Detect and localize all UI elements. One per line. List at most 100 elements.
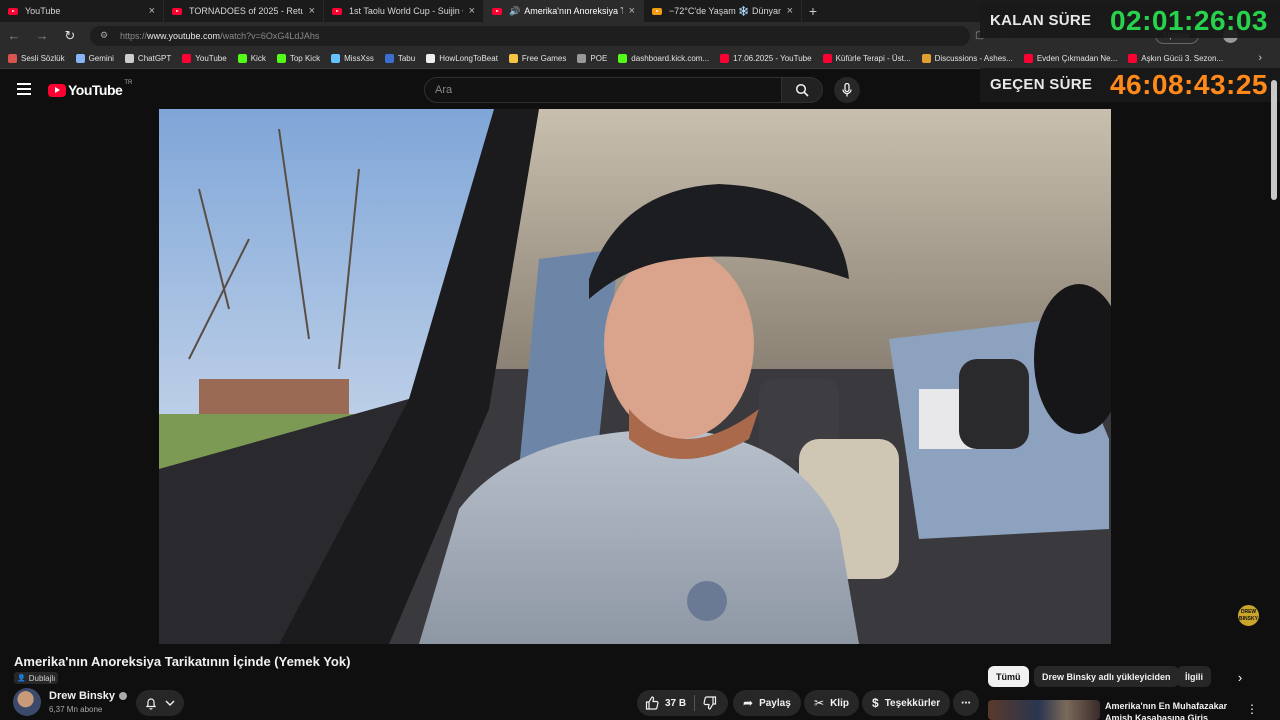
voice-search-button[interactable] — [834, 77, 860, 103]
chip-label: Drew Binsky adlı yükleyiciden — [1042, 671, 1171, 682]
menu-icon[interactable] — [17, 83, 31, 95]
bookmark-item[interactable]: dashboard.kick.com... — [618, 54, 709, 63]
bookmark-item[interactable]: Kick — [237, 54, 266, 63]
forward-icon[interactable]: → — [28, 28, 56, 43]
elapsed-label: GEÇEN SÜRE — [990, 76, 1093, 93]
chip-all[interactable]: Tümü — [988, 666, 1029, 687]
bookmark-item[interactable]: Sesli Sözlük — [8, 54, 65, 63]
bookmark-item[interactable]: Tabu — [384, 54, 415, 63]
bookmark-item[interactable]: Aşkın Gücü 3. Sezon... — [1128, 54, 1223, 63]
dubbed-badge: 👤 Dublajlı — [14, 672, 59, 684]
channel-name-link[interactable]: Drew Binsky — [49, 690, 128, 702]
elapsed-time-overlay: GEÇEN SÜRE 46:08:43:25 — [980, 68, 1280, 102]
youtube-icon — [172, 7, 182, 15]
youtube-watch-page: YouTube × TORNADOES of 2025 - Return of … — [0, 0, 1280, 720]
search-button[interactable] — [781, 77, 823, 103]
new-tab-icon[interactable]: + — [802, 3, 824, 19]
bookmark-favicon-icon — [8, 54, 17, 63]
bookmark-label: YouTube — [195, 54, 227, 63]
elapsed-value: 46:08:43:25 — [1109, 69, 1268, 100]
bookmark-label: Evden Çıkmadan Ne... — [1036, 54, 1118, 63]
clip-button[interactable]: ✂ Klip — [804, 690, 859, 716]
close-icon[interactable]: × — [787, 5, 793, 17]
bookmark-item[interactable]: Free Games — [508, 54, 566, 63]
bookmark-favicon-icon — [75, 54, 85, 63]
bookmark-favicon-icon — [331, 54, 341, 63]
tab-title: TORNADOES of 2025 - Return of — [189, 6, 303, 16]
bookmark-label: HowLongToBeat — [439, 54, 498, 63]
close-icon[interactable]: × — [629, 5, 635, 17]
bookmark-item[interactable]: Küfürle Terapi - Üst... — [822, 54, 911, 63]
more-actions-button[interactable]: ⋯ — [953, 690, 979, 716]
bookmark-favicon-icon — [124, 54, 134, 63]
youtube-icon — [8, 7, 18, 15]
bookmark-favicon-icon — [1023, 54, 1033, 63]
bookmark-label: Sesli Sözlük — [21, 54, 65, 63]
remaining-label: KALAN SÜRE — [990, 12, 1092, 29]
region-code: TR — [124, 80, 133, 86]
bookmark-favicon-icon — [508, 54, 518, 63]
tab-title: Amerika'nın Anoreksiya Tarik — [524, 6, 622, 16]
bookmark-item[interactable]: Evden Çıkmadan Ne... — [1023, 54, 1118, 63]
bookmark-favicon-icon — [577, 54, 587, 63]
video-player[interactable] — [159, 109, 1111, 644]
tab-current-video[interactable]: 🔊 Amerika'nın Anoreksiya Tarik × — [484, 0, 644, 22]
bookmark-label: MissXss — [344, 54, 374, 63]
video-frame — [159, 109, 1111, 644]
chip-related[interactable]: İlgili — [1177, 666, 1211, 687]
tab-minus72[interactable]: −72°C'de Yaşam ❄️ Dünyanın × — [644, 0, 802, 22]
site-info-icon[interactable]: ⚙ — [100, 30, 112, 41]
address-bar[interactable]: ⚙ https://www.youtube.com/watch?v=6OxG4L… — [90, 25, 970, 46]
bookmark-item[interactable]: Gemini — [75, 54, 114, 63]
bookmark-item[interactable]: Discussions - Ashes... — [921, 54, 1013, 63]
recommended-thumbnail[interactable] — [988, 700, 1100, 720]
back-icon[interactable]: ← — [0, 28, 28, 43]
video-title: Amerika'nın Anoreksiya Tarikatının İçind… — [14, 654, 351, 669]
bookmark-item[interactable]: MissXss — [331, 54, 374, 63]
like-button[interactable]: 37 B — [645, 696, 686, 710]
close-icon[interactable]: × — [149, 5, 155, 17]
bookmark-favicon-icon — [384, 54, 394, 63]
channel-watermark[interactable]: DREW BINSKY — [1237, 604, 1260, 627]
clip-label: Klip — [830, 697, 849, 709]
page-scrollbar[interactable] — [1271, 80, 1277, 200]
reload-icon[interactable]: ↻ — [56, 28, 84, 44]
divider — [694, 695, 696, 711]
tab-tornadoes[interactable]: TORNADOES of 2025 - Return of × — [164, 0, 324, 22]
bookmark-favicon-icon — [182, 54, 192, 63]
bookmark-item[interactable]: YouTube — [182, 54, 227, 63]
search-placeholder: Ara — [435, 84, 453, 96]
close-icon[interactable]: × — [309, 5, 315, 17]
speaker-icon[interactable]: 🔊 — [509, 6, 520, 17]
thanks-button[interactable]: $ Teşekkürler — [862, 690, 951, 716]
dub-label: Dublajlı — [28, 673, 56, 683]
notification-button[interactable] — [136, 690, 184, 716]
more-vert-icon[interactable]: ⋮ — [1246, 702, 1258, 716]
bookmarks-overflow-icon[interactable]: › — [1258, 52, 1262, 64]
dislike-button[interactable] — [703, 696, 717, 710]
bookmark-item[interactable]: POE — [577, 54, 607, 63]
bookmark-favicon-icon — [1128, 54, 1138, 63]
bookmark-item[interactable]: Top Kick — [276, 54, 320, 63]
microphone-icon — [842, 83, 852, 97]
bookmark-item[interactable]: 17.06.2025 - YouTube — [720, 54, 812, 63]
thumbs-down-icon — [703, 696, 717, 710]
search-input[interactable]: Ara — [424, 77, 782, 103]
more-icon: ⋯ — [961, 697, 971, 709]
youtube-logo[interactable]: YouTube TR — [48, 80, 133, 98]
channel-avatar[interactable] — [13, 688, 41, 716]
chip-from-uploader[interactable]: Drew Binsky adlı yükleyiciden — [1034, 666, 1179, 687]
chevron-right-icon[interactable]: › — [1230, 667, 1250, 687]
share-button[interactable]: ➦ Paylaş — [733, 690, 801, 716]
tab-youtube[interactable]: YouTube × — [0, 0, 164, 22]
tab-title: YouTube — [25, 6, 61, 16]
bookmark-item[interactable]: ChatGPT — [124, 54, 171, 63]
bookmark-label: dashboard.kick.com... — [631, 54, 710, 63]
tab-taolu[interactable]: 1st Taolu World Cup - Suijin Chen × — [324, 0, 484, 22]
recommended-title[interactable]: Amerika'nın En Muhafazakar Amish Kasabas… — [1105, 700, 1235, 720]
bookmarks-bar: Sesli Sözlük Gemini ChatGPT YouTube Kick Top … — [0, 49, 1280, 69]
bookmark-favicon-icon — [618, 54, 628, 63]
close-icon[interactable]: × — [469, 5, 475, 17]
bookmark-item[interactable]: HowLongToBeat — [426, 54, 498, 63]
bookmark-label: 17.06.2025 - YouTube — [733, 54, 812, 63]
